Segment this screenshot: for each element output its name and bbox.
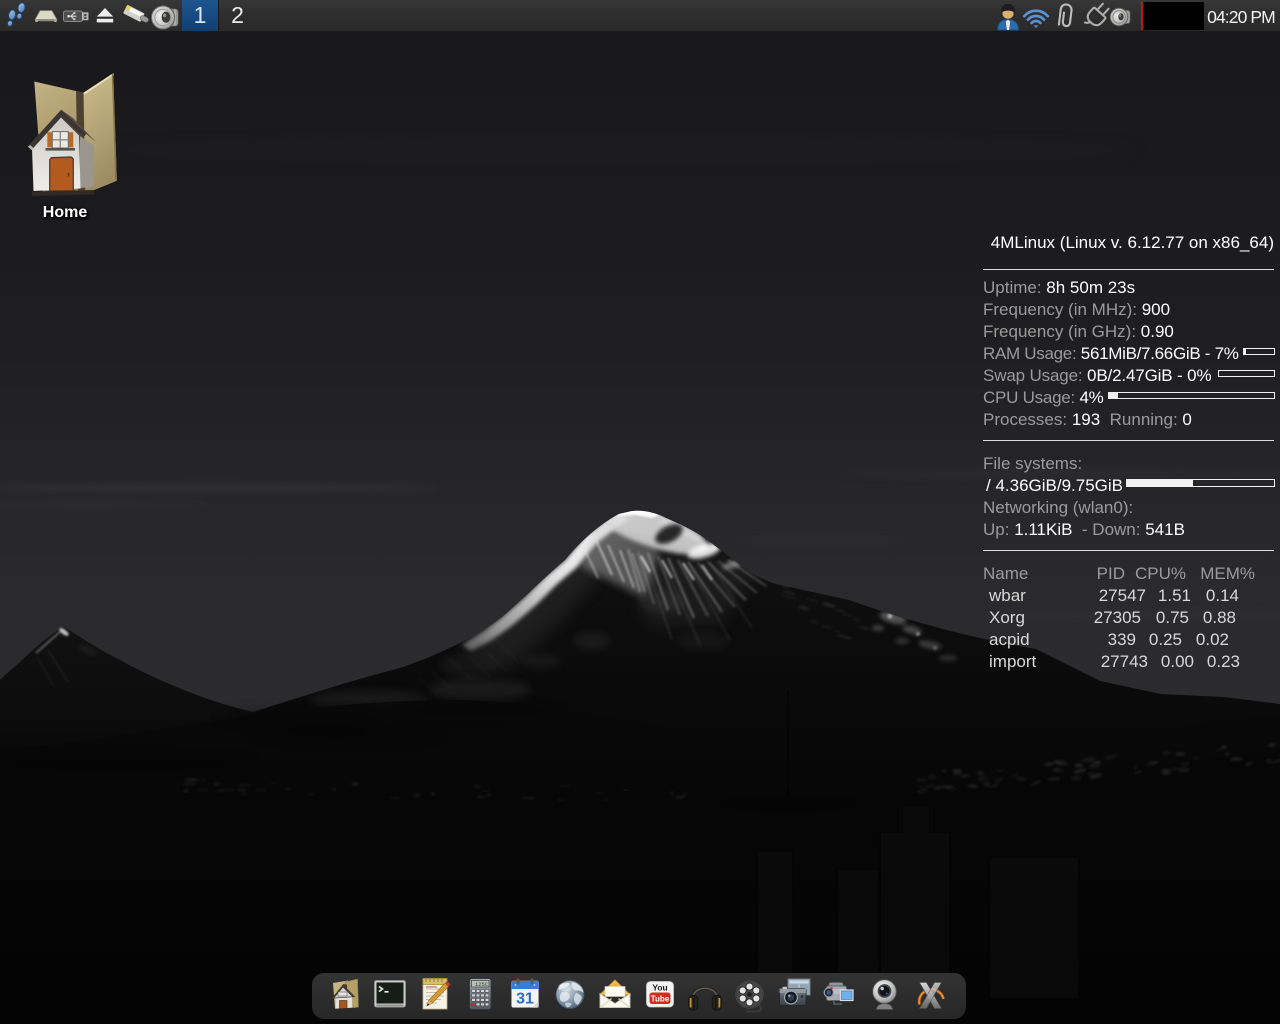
svg-text:Tube: Tube — [651, 994, 670, 1003]
svg-text:You: You — [652, 983, 667, 993]
svg-text:125C: 125C — [475, 982, 488, 988]
svg-text:31: 31 — [516, 991, 534, 1008]
